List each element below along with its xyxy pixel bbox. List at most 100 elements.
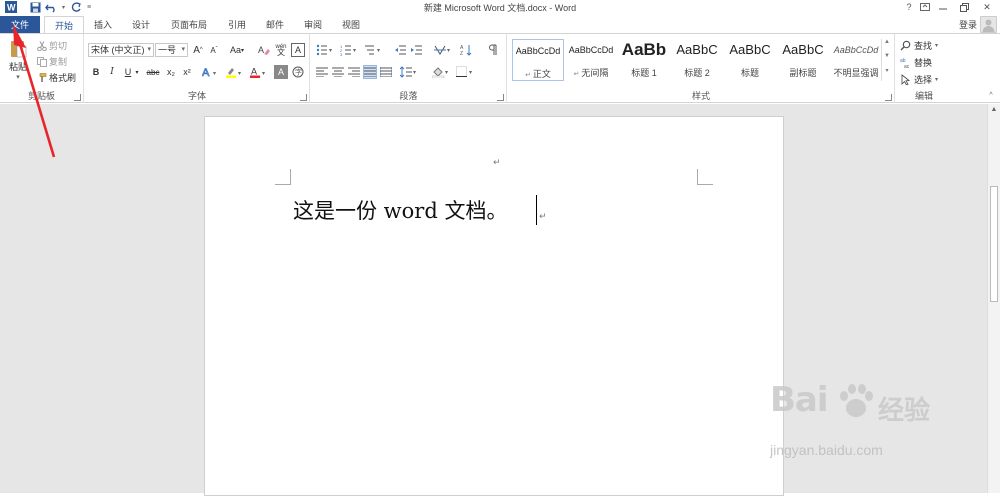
search-icon — [900, 40, 911, 51]
distributed-icon[interactable] — [379, 65, 393, 79]
font-color-button[interactable]: A ▾ — [249, 65, 269, 79]
style-no-spacing[interactable]: AaBbCcDd ↵ 无间隔 — [565, 39, 617, 81]
strikethrough-button[interactable]: abc — [144, 65, 162, 79]
show-marks-icon[interactable] — [485, 43, 499, 57]
style-heading-1[interactable]: AaBb 标题 1 — [618, 39, 670, 81]
shrink-font-button[interactable]: Aˇ — [207, 43, 221, 57]
sort-icon[interactable]: AZ — [459, 43, 473, 57]
bold-button[interactable]: B — [89, 65, 103, 79]
svg-text:▾: ▾ — [238, 71, 241, 77]
format-painter-button[interactable]: 格式刷 — [37, 71, 76, 84]
style-preview: AaBbC — [782, 42, 824, 57]
avatar[interactable] — [980, 16, 997, 33]
align-left-icon[interactable] — [315, 65, 329, 79]
grow-font-button[interactable]: A ^ — [191, 43, 205, 57]
italic-button[interactable]: I — [105, 65, 119, 79]
copy-button[interactable]: 复制 — [37, 55, 67, 68]
styles-group: AaBbCcDd ↵ 正文 AaBbCcDd ↵ 无间隔 AaBb 标题 1 A… — [508, 34, 895, 103]
tab-page-layout[interactable]: 页面布局 — [164, 16, 214, 34]
minimize-icon[interactable] — [932, 0, 954, 14]
styles-group-label: 样式 — [691, 91, 710, 101]
style-name: ↵ 无间隔 — [573, 68, 609, 78]
tab-insert[interactable]: 插入 — [86, 16, 120, 34]
replace-button[interactable]: ab ac 替换 — [900, 56, 932, 69]
shading-icon[interactable]: ▾ — [431, 65, 451, 79]
paragraph-mark: ↵ — [493, 157, 501, 167]
character-border-button[interactable]: A — [291, 43, 305, 57]
chevron-up-icon[interactable]: ▲ — [882, 39, 892, 53]
clipboard-launcher[interactable] — [74, 94, 81, 101]
tab-references[interactable]: 引用 — [220, 16, 254, 34]
svg-text:▾: ▾ — [447, 48, 450, 54]
find-button[interactable]: 查找 ▾ — [900, 39, 938, 52]
tab-view[interactable]: 视图 — [334, 16, 368, 34]
phonetic-guide-button[interactable]: wén 文 — [274, 43, 288, 57]
style-heading-2[interactable]: AaBbC 标题 2 — [671, 39, 723, 81]
editing-group: 查找 ▾ ab ac 替换 选择 ▾ 编辑 — [896, 34, 952, 103]
scrollbar-thumb[interactable] — [990, 186, 998, 302]
scissors-icon — [37, 40, 47, 51]
chinese-layout-icon[interactable]: ▾ — [433, 43, 453, 57]
more-styles-icon[interactable]: ▾ — [882, 67, 892, 81]
font-color-icon: A ▾ — [250, 67, 265, 78]
style-subtitle[interactable]: AaBbC 副标题 — [777, 39, 829, 81]
style-preview: AaBbCcDd — [515, 46, 561, 56]
cut-button[interactable]: 剪切 — [37, 39, 67, 52]
chevron-down-icon: ▾ — [147, 46, 151, 53]
tab-file[interactable]: 文件 — [0, 16, 40, 34]
change-case-button[interactable]: Aa ▾ — [227, 43, 247, 57]
chevron-down-icon[interactable]: ▼ — [882, 53, 892, 67]
paste-icon — [11, 39, 27, 58]
cut-label: 剪切 — [49, 41, 68, 51]
vertical-scrollbar[interactable]: ▲ — [987, 104, 1000, 493]
superscript-button[interactable]: x² — [180, 65, 194, 79]
bullets-icon[interactable]: ▾ — [315, 43, 335, 57]
line-spacing-icon[interactable]: ▾ — [399, 65, 419, 79]
document-page[interactable]: ↵ 这是一份 word 文档。 ↵ — [204, 116, 784, 496]
editing-group-label: 编辑 — [914, 91, 933, 101]
window-title: 新建 Microsoft Word 文档.docx - Word — [423, 3, 577, 13]
numbering-icon[interactable]: 1 2 3 ▾ — [339, 43, 359, 57]
multilevel-list-icon[interactable]: ▾ — [363, 43, 383, 57]
font-name-dropdown[interactable]: 宋体 (中文正) ▾ — [88, 43, 154, 57]
align-right-icon[interactable] — [347, 65, 361, 79]
underline-dropdown-icon[interactable]: ▾ — [133, 65, 141, 79]
document-text[interactable]: 这是一份 word 文档。 — [293, 195, 507, 225]
font-launcher[interactable] — [300, 94, 307, 101]
align-center-icon[interactable] — [331, 65, 345, 79]
subscript-button[interactable]: x₂ — [164, 65, 178, 79]
login-link[interactable]: 登录 — [959, 18, 977, 31]
paragraph-launcher[interactable] — [497, 94, 504, 101]
close-button[interactable]: ✕ — [976, 0, 998, 14]
ribbon: 粘贴 ▾ 剪切 复制 格式刷 剪贴板 宋体 (中文正) ▾ 一号 ▾ A ^ Aˇ A… — [0, 33, 1000, 103]
style-title[interactable]: AaBbC 标题 — [724, 39, 776, 81]
character-shading-button[interactable]: A — [274, 65, 288, 79]
style-preview: AaBbCcDd — [833, 45, 879, 55]
styles-launcher[interactable] — [885, 94, 892, 101]
tab-design[interactable]: 设计 — [124, 16, 158, 34]
collapse-ribbon-icon[interactable]: ^ — [985, 89, 997, 101]
borders-icon[interactable]: ▾ — [455, 65, 475, 79]
svg-text:▾: ▾ — [353, 48, 356, 54]
style-subtle-emphasis[interactable]: AaBbCcDd 不明显强调 — [830, 39, 882, 81]
svg-text:▾: ▾ — [329, 48, 332, 54]
enclosed-character-icon[interactable]: 字 — [291, 65, 305, 79]
clear-formatting-icon[interactable]: A — [257, 43, 271, 57]
increase-indent-icon[interactable] — [409, 43, 423, 57]
watermark-logo: Bai — [770, 380, 829, 420]
font-size-dropdown[interactable]: 一号 ▾ — [155, 43, 188, 57]
tab-review[interactable]: 审阅 — [296, 16, 330, 34]
paste-button[interactable]: 粘贴 ▾ — [6, 38, 30, 90]
restore-icon[interactable] — [954, 0, 976, 14]
decrease-indent-icon[interactable] — [393, 43, 407, 57]
select-button[interactable]: 选择 ▾ — [900, 73, 938, 86]
copy-label: 复制 — [49, 57, 68, 67]
text-cursor — [536, 195, 537, 225]
text-effects-button[interactable]: A ▾ — [201, 65, 221, 79]
style-normal[interactable]: AaBbCcDd ↵ 正文 — [512, 39, 564, 81]
tab-mailings[interactable]: 邮件 — [258, 16, 292, 34]
justify-icon[interactable] — [363, 65, 377, 79]
scroll-up-icon[interactable]: ▲ — [988, 104, 1000, 116]
font-size-value: 一号 — [158, 45, 177, 55]
highlight-color-button[interactable]: ▾ — [225, 65, 245, 79]
